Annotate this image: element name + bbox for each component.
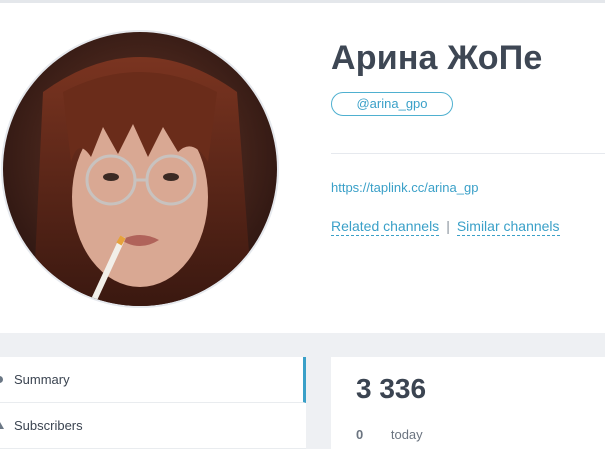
header-divider (331, 153, 605, 154)
sidebar-item-label: Subscribers (14, 418, 83, 433)
sidebar-nav: Summary Subscribers (0, 357, 306, 449)
related-channels-link[interactable]: Related channels (331, 218, 440, 236)
channel-header-card: Арина ЖоПе @arina_gpo https://taplink.cc… (0, 0, 605, 333)
subscribers-stats-card: 3 336 0 today (331, 357, 605, 449)
channel-avatar[interactable] (3, 32, 277, 306)
summary-icon (0, 376, 3, 383)
sidebar-item-subscribers[interactable]: Subscribers (0, 403, 306, 449)
today-row: 0 today (356, 427, 423, 442)
links-separator: | (446, 218, 450, 234)
channel-links-row: Related channels | Similar channels (331, 218, 560, 236)
subscribers-total: 3 336 (356, 373, 427, 404)
today-value: 0 (356, 427, 364, 442)
today-label: today (390, 427, 423, 442)
channel-title: Арина ЖоПе (331, 39, 543, 77)
sidebar-item-summary[interactable]: Summary (0, 357, 306, 403)
channel-handle-badge[interactable]: @arina_gpo (331, 92, 453, 116)
channel-external-link[interactable]: https://taplink.cc/arina_gp (331, 180, 478, 195)
sidebar-item-label: Summary (14, 372, 70, 387)
subscribers-icon (0, 422, 4, 429)
similar-channels-link[interactable]: Similar channels (456, 218, 560, 236)
avatar-photo-icon (3, 32, 277, 306)
